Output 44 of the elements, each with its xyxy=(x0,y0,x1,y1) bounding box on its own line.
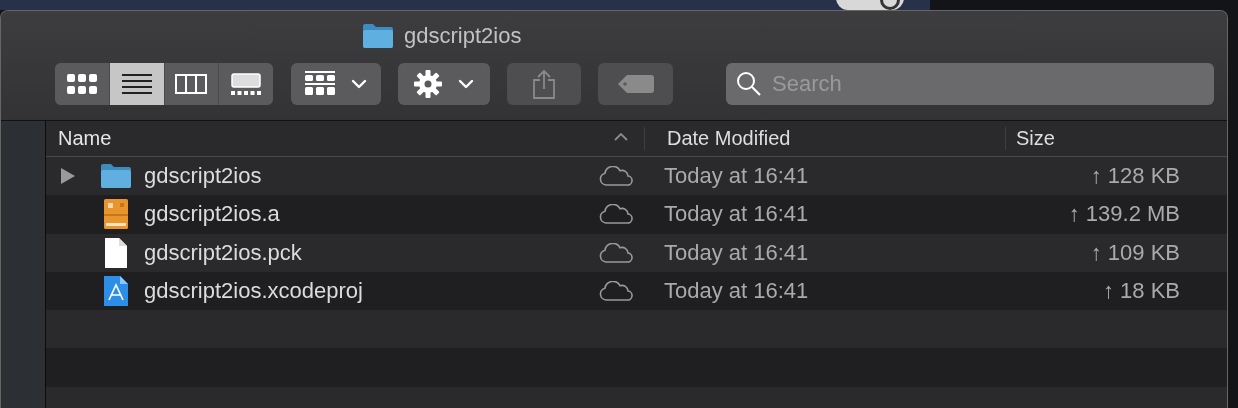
column-view-icon xyxy=(175,74,208,94)
cloud-icon xyxy=(599,242,633,263)
chevron-icon xyxy=(458,79,474,89)
list-view-icon xyxy=(121,74,152,94)
disclosure-triangle-icon[interactable] xyxy=(61,168,75,185)
file-size-text: ↑ 109 KB xyxy=(1089,239,1181,266)
date-modified-text: Today at 16:41 xyxy=(663,201,810,228)
date-column-header[interactable]: Date Modified xyxy=(667,127,791,150)
file-name[interactable]: gdscript2ios.xcodeproj xyxy=(144,278,363,305)
gallery-view-icon xyxy=(231,73,262,95)
window-title: gdscript2ios xyxy=(404,23,522,49)
view-mode-button[interactable] xyxy=(55,63,110,105)
xcode-project-icon xyxy=(104,276,128,307)
file-size-text: ↑ 128 KB xyxy=(1089,163,1181,190)
date-modified-text: Today at 16:41 xyxy=(663,163,810,190)
tag-icon xyxy=(617,75,654,93)
share-icon xyxy=(532,69,556,99)
gear-icon xyxy=(414,70,442,98)
size-column-header[interactable]: Size xyxy=(1016,127,1055,150)
group-grid-icon xyxy=(305,71,335,97)
cloud-icon xyxy=(599,166,633,186)
search-icon xyxy=(736,71,762,97)
column-header-cell[interactable]: Name xyxy=(46,127,645,150)
icon-view-icon xyxy=(66,74,97,94)
document-icon xyxy=(105,237,127,268)
date-modified-text: Today at 16:41 xyxy=(663,278,810,305)
column-header-cell[interactable]: Date Modified xyxy=(645,127,1006,150)
column-header-cell[interactable]: Size xyxy=(1006,127,1200,150)
file-size-text: ↑ 18 KB xyxy=(1101,278,1181,305)
archive-icon xyxy=(104,199,128,230)
view-mode-button[interactable] xyxy=(109,63,165,105)
group-button[interactable] xyxy=(291,63,381,105)
file-size-text: ↑ 139.2 MB xyxy=(1067,201,1181,228)
chevron-icon xyxy=(351,79,367,89)
cloud-icon xyxy=(599,204,633,225)
name-column-header[interactable]: Name xyxy=(58,127,112,150)
file-name[interactable]: gdscript2ios.pck xyxy=(144,239,302,266)
file-name[interactable]: gdscript2ios xyxy=(144,163,262,190)
folder-icon xyxy=(100,163,132,190)
date-modified-text: Today at 16:41 xyxy=(663,239,810,266)
action-button[interactable] xyxy=(398,63,490,105)
folder-icon xyxy=(362,23,394,49)
cloud-icon xyxy=(599,280,633,301)
file-name[interactable]: gdscript2ios.a xyxy=(144,201,280,228)
